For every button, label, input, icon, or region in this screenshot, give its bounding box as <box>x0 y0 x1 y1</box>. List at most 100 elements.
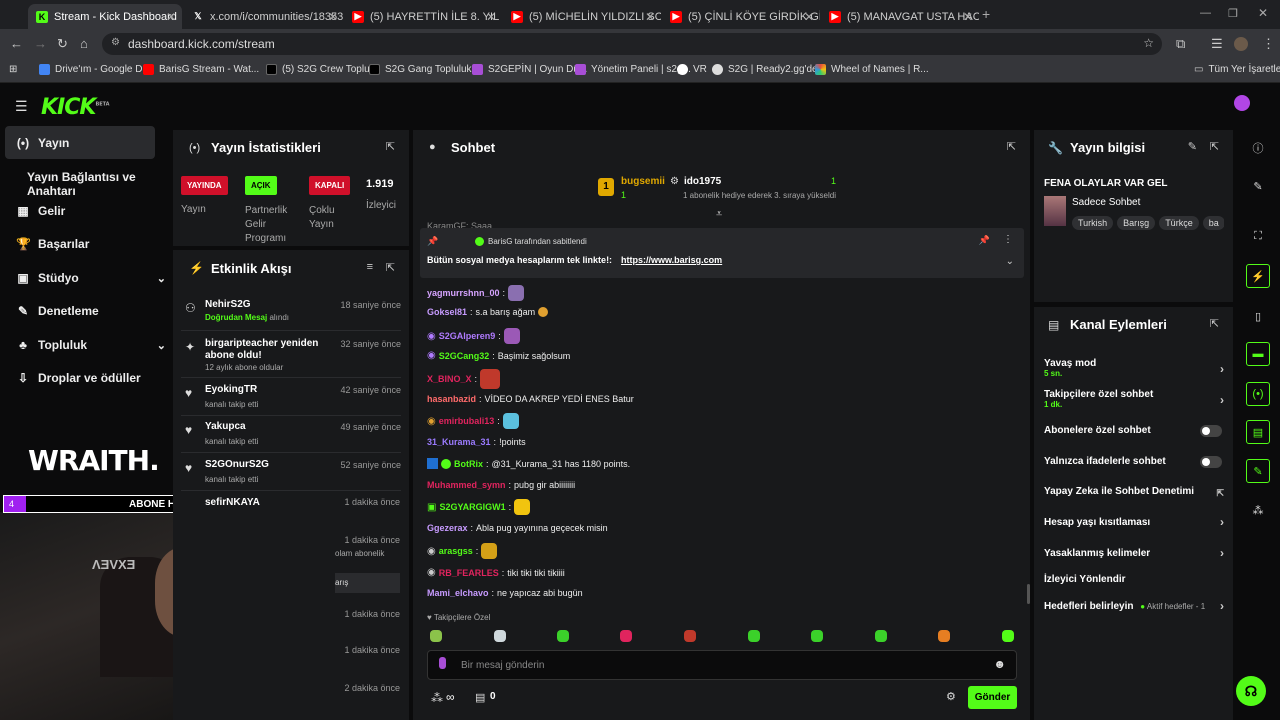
gift-box-icon[interactable]: ▤ <box>475 691 485 704</box>
unpin-icon[interactable]: 📌 <box>979 235 990 246</box>
restore-icon[interactable]: ❐ <box>1228 7 1238 20</box>
chevron-down-icon[interactable]: ⌄ <box>1006 256 1014 267</box>
back-icon[interactable]: ← <box>10 36 23 51</box>
home-icon[interactable]: ⌂ <box>80 36 88 51</box>
sidebar-item-droplar[interactable]: ⇩ Droplar ve ödüller <box>16 371 166 385</box>
chat-message[interactable]: ◉ arasgss: <box>427 543 498 559</box>
filter-icon[interactable]: ≡ <box>367 261 373 273</box>
tab-youtube-4[interactable]: ▶ (5) MANAVGAT USTA HACKERI ✕ <box>821 4 979 29</box>
host-row[interactable]: İzleyici Yönlendir <box>1044 574 1224 585</box>
chat-message[interactable]: BotRix: @31_Kurama_31 has 1180 points. <box>427 458 630 469</box>
reload-icon[interactable]: ↻ <box>57 36 68 52</box>
chat-scrollbar[interactable] <box>1027 584 1030 604</box>
chat-message[interactable]: ▣ S2GYARGIGW1: <box>427 499 531 515</box>
bookmark-item[interactable]: Yönetim Paneli | s2g... <box>575 64 691 75</box>
emote-button[interactable] <box>938 630 950 642</box>
url-field[interactable]: ⚙ dashboard.kick.com/stream ☆ <box>102 33 1162 55</box>
all-bookmarks[interactable]: ▭ Tüm Yer İşaretleri <box>1194 64 1280 75</box>
menu-dots-icon[interactable]: ⋮ <box>1262 36 1275 52</box>
emote-button[interactable] <box>748 630 760 642</box>
apps-grid-icon[interactable]: ⊞ <box>9 64 17 75</box>
emote-button[interactable] <box>684 630 696 642</box>
bookmark-item[interactable]: Wheel of Names | R... <box>815 64 929 75</box>
emote-only-toggle[interactable] <box>1200 456 1222 468</box>
bookmark-item[interactable]: S2G | Ready2.gg'de... <box>712 64 826 75</box>
tab-youtube-1[interactable]: ▶ (5) HAYRETTİN İLE 8. YIL GALAS ✕ <box>344 4 502 29</box>
edit-icon[interactable]: ✎ <box>1246 174 1270 198</box>
close-tab-icon[interactable]: ✕ <box>328 10 338 24</box>
chat-message[interactable]: ◉ S2GAlperen9: <box>427 328 520 344</box>
emote-button[interactable] <box>557 630 569 642</box>
forward-icon[interactable]: → <box>34 36 47 51</box>
emote-button[interactable] <box>620 630 632 642</box>
panel-icon[interactable]: ▤ <box>1246 420 1270 444</box>
activity-item[interactable]: ✦ birgaripteacher yeniden abone oldu! 12… <box>181 333 401 378</box>
edit-icon[interactable]: ✎ <box>1188 140 1197 153</box>
tag[interactable]: Türkçe <box>1159 216 1199 230</box>
kick-logo[interactable]: KICKBETA <box>41 95 110 120</box>
sidebar-item-studyo[interactable]: ▣ Stüdyo ⌄ <box>16 271 166 285</box>
goals-row[interactable]: Hedefleri belirleyin ● Aktif hedefler - … <box>1044 599 1224 613</box>
send-button[interactable]: Gönder <box>968 686 1017 709</box>
activity-item[interactable]: ♥ S2GOnurS2G kanalı takip etti 52 saniye… <box>181 454 401 491</box>
gifter-name[interactable]: ido1975 <box>684 176 721 187</box>
sidebar-item-topluluk[interactable]: ♣ Topluluk ⌄ <box>16 338 166 352</box>
followers-only-row[interactable]: Takipçilere özel sohbet 1 dk. › <box>1044 389 1224 409</box>
sidebar-item-stream-key[interactable]: Yayın Bağlantısı ve Anahtarı <box>27 170 177 198</box>
close-window-icon[interactable]: ✕ <box>1258 6 1268 20</box>
document-icon[interactable]: ▯ <box>1246 304 1270 328</box>
tag[interactable]: Turkish <box>1072 216 1114 230</box>
emote-button[interactable] <box>811 630 823 642</box>
subscribers-only-row[interactable]: Abonelere özel sohbet <box>1044 425 1224 437</box>
pinned-link[interactable]: https://www.barisg.com <box>621 255 722 265</box>
minimize-icon[interactable]: — <box>1200 7 1211 19</box>
tab-youtube-3[interactable]: ▶ (5) ÇİNLİ KÖYE GİRDİK GİRMEZ ✕ <box>662 4 820 29</box>
tab-kick-dashboard[interactable]: K Stream - Kick Dashboard ✕ <box>28 4 182 29</box>
popout-icon[interactable]: ⇱ <box>1210 317 1219 330</box>
site-info-icon[interactable]: ⚙ <box>111 37 120 48</box>
sidebar-item-yayin[interactable]: (•) Yayın <box>5 126 155 159</box>
kick-points-icon[interactable]: ⁂ <box>431 691 443 705</box>
close-tab-icon[interactable]: ✕ <box>645 10 655 24</box>
more-options-icon[interactable]: ⋮ <box>1003 234 1013 245</box>
sidebar-item-denetleme[interactable]: ✎ Denetleme <box>16 304 166 318</box>
activity-item[interactable]: ⚇ NehirS2G Doğrudan Mesaj alındı 18 sani… <box>181 294 401 331</box>
emote-only-row[interactable]: Yalnızca ifadelerle sohbet <box>1044 456 1224 468</box>
tag[interactable]: ba <box>1202 216 1224 230</box>
chat-message[interactable]: Muhammed_symn: pubg gir abiiiiiiii <box>427 480 575 490</box>
chat-icon[interactable]: ▬ <box>1246 342 1270 366</box>
chat-message[interactable]: yagmurrshnn_00: <box>427 285 525 301</box>
top-gifter-name[interactable]: bugsemii <box>621 176 665 187</box>
close-tab-icon[interactable]: ✕ <box>486 10 496 24</box>
chat-message[interactable]: X_BINO_X: <box>427 369 501 389</box>
popout-icon[interactable]: ⇱ <box>386 140 395 153</box>
sidebar-item-gelir[interactable]: ▦ Gelir <box>16 204 166 218</box>
bookmark-item[interactable]: VR <box>677 64 707 75</box>
community-icon[interactable]: ⁂ <box>1246 498 1270 522</box>
bookmark-item[interactable]: BarisG Stream - Wat... <box>143 64 259 75</box>
bookmark-item[interactable]: Drive'ım - Google D... <box>39 64 151 75</box>
close-tab-icon[interactable]: ✕ <box>804 10 814 24</box>
chat-message[interactable]: ◉ emirbubali13: <box>427 413 519 429</box>
activity-item-highlight[interactable]: arış <box>335 573 400 593</box>
wrench-icon[interactable]: ✎ <box>1246 459 1270 483</box>
chat-message[interactable]: Mami_elchavo: ne yapıcaz abi bugün <box>427 588 583 598</box>
sidebar-item-basarilar[interactable]: 🏆 Başarılar <box>16 237 166 251</box>
fullscreen-icon[interactable]: ⛶ <box>1246 224 1270 248</box>
info-icon[interactable]: ⓘ <box>1246 136 1270 160</box>
emote-button[interactable] <box>875 630 887 642</box>
bookmark-star-icon[interactable]: ☆ <box>1143 36 1154 50</box>
chat-input-box[interactable]: Bir mesaj gönderin ☻ <box>427 650 1017 680</box>
popout-icon[interactable]: ⇱ <box>386 261 395 274</box>
banned-words-row[interactable]: Yasaklanmış kelimeler › <box>1044 546 1224 560</box>
close-tab-icon[interactable]: ✕ <box>166 10 176 24</box>
activity-item[interactable]: ♥ Yakupca kanalı takip etti 49 saniye ön… <box>181 416 401 453</box>
account-age-row[interactable]: Hesap yaşı kısıtlaması › <box>1044 515 1224 529</box>
bolt-icon[interactable]: ⚡ <box>1246 264 1270 288</box>
user-avatar[interactable] <box>1234 95 1250 111</box>
broadcast-icon[interactable]: (•) <box>1246 382 1270 406</box>
popout-icon[interactable]: ⇱ <box>1210 140 1219 153</box>
ai-moderation-row[interactable]: Yapay Zeka ile Sohbet Denetimi ⇱ <box>1044 486 1224 498</box>
chat-message[interactable]: Goksel81: s.a barış ağam <box>427 307 549 317</box>
chat-message[interactable]: ◉ S2GCang32: Başimiz sağolsum <box>427 350 570 361</box>
